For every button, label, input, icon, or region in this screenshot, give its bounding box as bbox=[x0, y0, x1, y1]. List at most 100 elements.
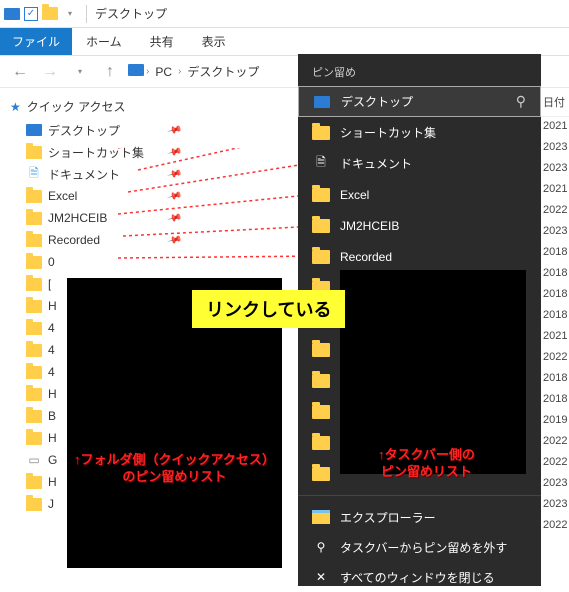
folder-icon bbox=[26, 496, 42, 512]
date-cell: 2023 bbox=[539, 474, 569, 495]
date-cell: 2022 bbox=[539, 348, 569, 369]
tab-view[interactable]: 表示 bbox=[188, 28, 240, 55]
date-column: 日付 2021 2023 2023 2021 2022 2023 2018 20… bbox=[539, 88, 569, 586]
folder-icon bbox=[26, 188, 42, 204]
date-cell: 2021 bbox=[539, 180, 569, 201]
explorer-icon bbox=[312, 508, 330, 526]
date-cell: 2019 bbox=[539, 411, 569, 432]
annotation-folder-side: ↑フォルダ側（クイックアクセス）のピン留めリスト bbox=[74, 452, 275, 486]
jumplist-action-close-all[interactable]: ✕ すべてのウィンドウを閉じる bbox=[298, 562, 541, 592]
pin-icon: 📌 bbox=[166, 166, 182, 182]
sidebar-item-desktop[interactable]: デスクトップ 📌 bbox=[0, 119, 188, 141]
up-button[interactable]: ↑ bbox=[98, 60, 122, 84]
pc-icon bbox=[26, 122, 42, 138]
folder-icon bbox=[26, 430, 42, 446]
sidebar-item[interactable]: 0 bbox=[0, 251, 188, 273]
sidebar-item-shortcuts[interactable]: ショートカット集 📌 bbox=[0, 141, 188, 163]
jumplist-item-documents[interactable]: 🗎 ドキュメント bbox=[298, 148, 541, 179]
folder-icon bbox=[26, 364, 42, 380]
folder-icon bbox=[312, 434, 330, 452]
date-cell: 2021 bbox=[539, 117, 569, 138]
sidebar-item-documents[interactable]: 🗎 ドキュメント 📌 bbox=[0, 163, 188, 185]
redaction-right bbox=[340, 270, 526, 474]
titlebar: ✓ ▾ デスクトップ bbox=[0, 0, 569, 28]
folder-icon bbox=[312, 124, 330, 142]
folder-icon bbox=[26, 386, 42, 402]
date-cell: 2018 bbox=[539, 306, 569, 327]
sidebar-item-recorded[interactable]: Recorded 📌 bbox=[0, 229, 188, 251]
pin-icon: 📌 bbox=[166, 122, 182, 138]
folder-icon bbox=[26, 320, 42, 336]
jumplist-item-recorded[interactable]: Recorded bbox=[298, 241, 541, 272]
folder-icon bbox=[26, 232, 42, 248]
date-cell: 2018 bbox=[539, 243, 569, 264]
star-icon: ★ bbox=[10, 100, 21, 114]
jumplist-action-unpin[interactable]: ⚲ タスクバーからピン留めを外す bbox=[298, 532, 541, 562]
date-cell: 2018 bbox=[539, 264, 569, 285]
folder-icon bbox=[42, 6, 58, 22]
folder-icon bbox=[26, 276, 42, 292]
dropdown-icon[interactable]: ▾ bbox=[62, 6, 78, 22]
jumplist-item-desktop[interactable]: デスクトップ ⚲ bbox=[298, 86, 541, 117]
jumplist-item-shortcuts[interactable]: ショートカット集 bbox=[298, 117, 541, 148]
sidebar-item-excel[interactable]: Excel 📌 bbox=[0, 185, 188, 207]
quick-access-header[interactable]: ★ クイック アクセス bbox=[0, 94, 188, 119]
folder-icon bbox=[26, 474, 42, 490]
recent-dropdown[interactable]: ▾ bbox=[68, 60, 92, 84]
unpin-icon: ⚲ bbox=[312, 538, 330, 556]
document-icon: 🗎 bbox=[26, 166, 42, 182]
annotation-link-label: リンクしている bbox=[192, 290, 345, 328]
date-cell: 2022 bbox=[539, 516, 569, 537]
crumb-pc[interactable]: PC bbox=[151, 63, 176, 81]
jumplist-item-jm2hceib[interactable]: JM2HCEIB bbox=[298, 210, 541, 241]
tab-home[interactable]: ホーム bbox=[72, 28, 136, 55]
sidebar-item-jm2hceib[interactable]: JM2HCEIB 📌 bbox=[0, 207, 188, 229]
file-tab[interactable]: ファイル bbox=[0, 28, 72, 55]
chevron-right-icon: › bbox=[178, 66, 181, 77]
date-cell: 2021 bbox=[539, 327, 569, 348]
jumplist-item-excel[interactable]: Excel bbox=[298, 179, 541, 210]
quick-access-label: クイック アクセス bbox=[27, 98, 126, 115]
date-cell: 2023 bbox=[539, 495, 569, 516]
folder-icon bbox=[312, 217, 330, 235]
folder-icon bbox=[26, 210, 42, 226]
pin-icon: 📌 bbox=[166, 188, 182, 204]
folder-icon bbox=[26, 342, 42, 358]
breadcrumb[interactable]: › PC › デスクトップ bbox=[128, 61, 263, 82]
tab-share[interactable]: 共有 bbox=[136, 28, 188, 55]
date-cell: 2018 bbox=[539, 285, 569, 306]
pc-icon bbox=[313, 93, 331, 111]
app-icon bbox=[4, 6, 20, 22]
folder-icon bbox=[26, 254, 42, 270]
folder-icon bbox=[312, 186, 330, 204]
pin-icon: 📌 bbox=[166, 232, 182, 248]
chevron-right-icon: › bbox=[146, 66, 149, 77]
date-column-header[interactable]: 日付 bbox=[539, 88, 569, 117]
folder-icon bbox=[26, 144, 42, 160]
jumplist-action-explorer[interactable]: エクスプローラー bbox=[298, 502, 541, 532]
crumb-desktop[interactable]: デスクトップ bbox=[183, 61, 263, 82]
document-icon: 🗎 bbox=[312, 155, 330, 173]
date-cell: 2023 bbox=[539, 159, 569, 180]
back-button[interactable]: ← bbox=[8, 60, 32, 84]
folder-icon bbox=[312, 341, 330, 359]
ribbon: ファイル ホーム 共有 表示 bbox=[0, 28, 569, 56]
forward-button[interactable]: → bbox=[38, 60, 62, 84]
window-title: デスクトップ bbox=[95, 5, 167, 22]
folder-icon bbox=[26, 298, 42, 314]
date-cell: 2022 bbox=[539, 432, 569, 453]
date-cell: 2022 bbox=[539, 453, 569, 474]
jumplist-pinned-header: ピン留め bbox=[298, 54, 541, 86]
folder-icon bbox=[312, 372, 330, 390]
date-cell: 2018 bbox=[539, 390, 569, 411]
date-cell: 2022 bbox=[539, 201, 569, 222]
unpin-icon[interactable]: ⚲ bbox=[516, 93, 526, 110]
date-cell: 2023 bbox=[539, 222, 569, 243]
pin-icon: 📌 bbox=[166, 210, 182, 226]
drive-icon: ▭ bbox=[26, 452, 42, 468]
folder-icon bbox=[312, 465, 330, 483]
close-icon: ✕ bbox=[312, 568, 330, 586]
checkbox-icon[interactable]: ✓ bbox=[24, 7, 38, 21]
pc-icon bbox=[128, 64, 144, 79]
folder-icon bbox=[26, 408, 42, 424]
